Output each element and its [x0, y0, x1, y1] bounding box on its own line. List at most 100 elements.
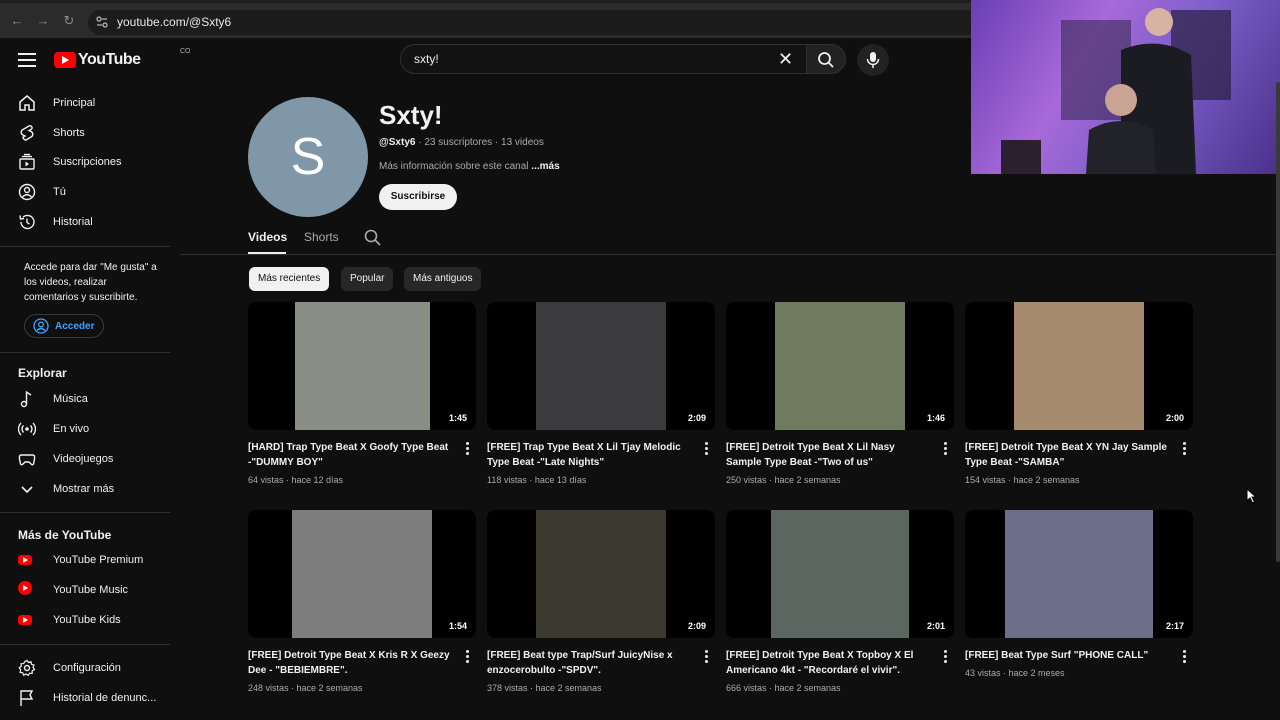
sidebar-item-shorts[interactable]: Shorts [0, 118, 170, 148]
sidebar-item-label: Principal [53, 97, 96, 109]
video-title[interactable]: [FREE] Beat Type Surf "PHONE CALL" [965, 648, 1171, 663]
chip-most-recent[interactable]: Más recientes [249, 267, 330, 291]
explore-heading: Explorar [18, 366, 67, 380]
video-thumbnail[interactable]: 1:54 [248, 510, 476, 638]
video-title[interactable]: [FREE] Detroit Type Beat X Topboy X El A… [726, 648, 932, 678]
sidebar-item-label: YouTube Premium [53, 554, 144, 566]
sidebar-item-label: Shorts [53, 127, 85, 139]
sidebar-divider [0, 352, 170, 353]
search-button[interactable] [806, 44, 846, 74]
menu-icon[interactable] [16, 49, 38, 71]
video-title[interactable]: [FREE] Detroit Type Beat X Lil Nasy Samp… [726, 440, 932, 470]
video-title[interactable]: [FREE] Trap Type Beat X Lil Tjay Melodic… [487, 440, 693, 470]
signin-prompt: Accede para dar "Me gusta" a los videos,… [24, 262, 157, 303]
gaming-icon [18, 454, 36, 466]
video-meta: 118 vistas · hace 13 días [487, 475, 587, 485]
video-meta: 666 vistas · hace 2 semanas [726, 683, 841, 693]
close-icon[interactable]: ✕ [778, 49, 793, 69]
video-title[interactable]: [FREE] Beat type Trap/Surf JuicyNise x e… [487, 648, 693, 678]
sidebar-item-label: Música [53, 393, 88, 405]
sidebar-item-home[interactable]: Principal [0, 88, 170, 118]
search-icon[interactable] [364, 229, 381, 246]
live-icon [18, 422, 36, 436]
subscribe-button[interactable]: Suscribirse [379, 184, 457, 210]
video-thumbnail[interactable]: 2:09 [487, 510, 715, 638]
youtube-logo[interactable]: YouTube CO [54, 48, 191, 70]
site-settings-icon[interactable] [96, 16, 108, 28]
webcam-overlay [971, 0, 1280, 174]
tab-videos[interactable]: Videos [248, 230, 287, 244]
channel-about[interactable]: Más información sobre este canal ...más [379, 161, 560, 172]
thumbnail-image [771, 510, 909, 638]
video-thumbnail[interactable]: 2:00 [965, 302, 1193, 430]
search-input[interactable]: sxty! ✕ [400, 44, 806, 74]
video-meta: 250 vistas · hace 2 semanas [726, 475, 841, 485]
forward-icon[interactable]: → [36, 14, 50, 28]
sidebar-item-label: Mostrar más [53, 483, 115, 495]
sidebar-item-gaming[interactable]: Videojuegos [0, 444, 170, 474]
more-options-icon[interactable] [944, 442, 948, 456]
video-title[interactable]: [FREE] Detroit Type Beat X YN Jay Sample… [965, 440, 1171, 470]
show-more-button[interactable]: Mostrar más [0, 474, 170, 504]
sidebar-item-youtube-music[interactable]: YouTube Music [0, 575, 170, 605]
sidebar-divider [0, 512, 170, 513]
video-title[interactable]: [HARD] Trap Type Beat X Goofy Type Beat … [248, 440, 454, 470]
sidebar: Principal Shorts Suscripciones Tú Histor… [0, 82, 180, 720]
channel-about-text: Más información sobre este canal [379, 161, 532, 172]
channel-stats: · 23 suscriptores · 13 videos [415, 137, 544, 148]
sidebar-item-report-history[interactable]: Historial de denunc... [0, 683, 170, 713]
channel-about-more[interactable]: ...más [531, 161, 559, 172]
sidebar-item-settings[interactable]: Configuración [0, 653, 170, 683]
sidebar-item-label: Suscripciones [53, 156, 122, 168]
sidebar-item-youtube-kids[interactable]: YouTube Kids [0, 605, 170, 635]
sidebar-item-subscriptions[interactable]: Suscripciones [0, 147, 170, 177]
thumbnail-image [295, 302, 430, 430]
chip-popular[interactable]: Popular [341, 267, 394, 291]
video-title[interactable]: [FREE] Detroit Type Beat X Kris R X Geez… [248, 648, 454, 678]
signin-button[interactable]: Acceder [24, 314, 104, 338]
thumbnail-image [536, 302, 666, 430]
thumbnail-image [292, 510, 432, 638]
reload-icon[interactable]: ↻ [62, 14, 76, 28]
shorts-icon [20, 125, 34, 141]
voice-search-button[interactable] [857, 44, 889, 76]
video-thumbnail[interactable]: 2:17 [965, 510, 1193, 638]
sidebar-item-you[interactable]: Tú [0, 177, 170, 207]
sidebar-item-music[interactable]: Música [0, 384, 170, 414]
video-thumbnail[interactable]: 1:45 [248, 302, 476, 430]
channel-avatar: S [248, 97, 368, 217]
video-meta: 154 vistas · hace 2 semanas [965, 475, 1080, 485]
video-thumbnail[interactable]: 2:09 [487, 302, 715, 430]
scrollbar[interactable] [1276, 82, 1280, 562]
home-icon [19, 95, 35, 111]
more-options-icon[interactable] [466, 442, 470, 456]
logo-text: YouTube [78, 51, 141, 68]
more-options-icon[interactable] [1183, 650, 1187, 664]
video-duration: 1:46 [923, 412, 948, 424]
more-options-icon[interactable] [466, 650, 470, 664]
logo-country-code: CO [180, 48, 191, 55]
video-thumbnail[interactable]: 2:01 [726, 510, 954, 638]
sidebar-divider [0, 246, 170, 247]
more-options-icon[interactable] [1183, 442, 1187, 456]
sidebar-item-label: YouTube Kids [53, 614, 121, 626]
chip-oldest[interactable]: Más antiguos [404, 267, 482, 291]
more-options-icon[interactable] [705, 442, 709, 456]
sidebar-item-youtube-premium[interactable]: YouTube Premium [0, 545, 170, 575]
signin-label: Acceder [55, 320, 95, 332]
tab-shorts[interactable]: Shorts [304, 230, 339, 244]
video-thumbnail[interactable]: 1:46 [726, 302, 954, 430]
flag-icon [20, 690, 34, 706]
more-options-icon[interactable] [705, 650, 709, 664]
mouse-cursor-icon [1246, 488, 1258, 504]
back-icon[interactable]: ← [10, 14, 24, 28]
more-options-icon[interactable] [944, 650, 948, 664]
video-duration: 1:54 [445, 620, 470, 632]
account-icon [33, 318, 49, 334]
user-icon [18, 183, 36, 201]
thumbnail-image [536, 510, 666, 638]
sidebar-item-label: Configuración [53, 662, 121, 674]
sidebar-item-history[interactable]: Historial [0, 207, 170, 237]
sidebar-item-live[interactable]: En vivo [0, 414, 170, 444]
tabs-divider [180, 254, 1276, 255]
